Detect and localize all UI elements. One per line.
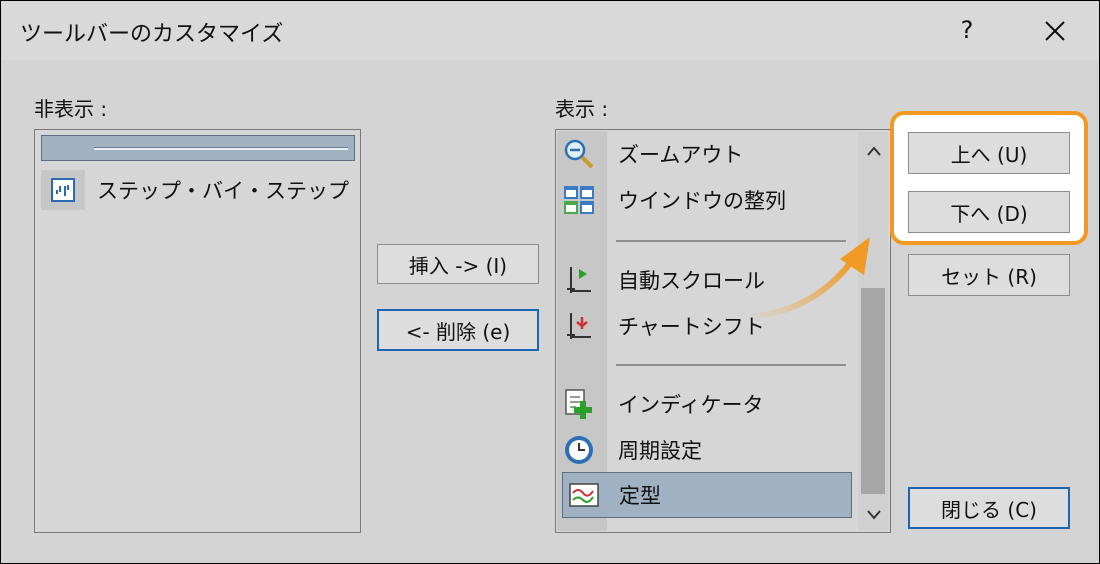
reset-button[interactable]: セット (R) (908, 254, 1070, 296)
window-tile-icon (562, 183, 596, 217)
help-button[interactable]: ? (952, 12, 982, 48)
separator-line (94, 147, 348, 150)
move-down-button[interactable]: 下へ (D) (908, 191, 1070, 233)
shown-item-label: ウインドウの整列 (618, 189, 786, 213)
shown-list-item[interactable]: チャートシフト (562, 304, 765, 348)
hidden-listbox[interactable]: ステップ・バイ・ステップ (34, 129, 361, 533)
period-clock-icon (562, 433, 596, 467)
chart-shift-icon (562, 309, 596, 343)
hidden-list-item[interactable]: ステップ・バイ・ステップ (41, 168, 349, 212)
vertical-scrollbar[interactable] (858, 132, 888, 530)
shown-item-label: ズームアウト (618, 143, 744, 167)
dialog-title: ツールバーのカスタマイズ (20, 22, 284, 47)
insert-button[interactable]: 挿入 -> (I) (377, 244, 539, 284)
dialog-body: 非表示 : ステップ・バイ・ステップ 挿入 -> (I) <- 削除 (e) 表… (2, 61, 1098, 563)
scroll-up-arrow-icon[interactable] (866, 142, 882, 161)
add-indicator-icon (562, 387, 596, 421)
shown-item-label: インディケータ (618, 393, 764, 417)
customize-toolbar-dialog: ツールバーのカスタマイズ ? 非表示 : ステップ・バイ・ステップ 挿入 -> … (0, 0, 1100, 564)
list-separator (616, 364, 846, 366)
shown-list-label: 表示 : (555, 97, 609, 121)
close-window-button[interactable] (1032, 10, 1076, 50)
remove-button[interactable]: <- 削除 (e) (377, 309, 539, 351)
shown-list-item[interactable]: 周期設定 (562, 428, 702, 472)
annotation-arrow-icon (743, 237, 870, 320)
move-up-button[interactable]: 上へ (U) (908, 132, 1070, 174)
shown-list-item[interactable]: 自動スクロール (562, 258, 765, 302)
shown-item-label: 定型 (619, 484, 661, 508)
shown-list-item[interactable]: ウインドウの整列 (562, 178, 786, 222)
title-bar: ツールバーのカスタマイズ ? (2, 2, 1098, 60)
hidden-list-label: 非表示 : (34, 97, 108, 121)
shown-listbox[interactable]: ズームアウト ウインドウの整列 自動スクロール チャートシフト インディケータ … (555, 129, 891, 533)
shown-list-item[interactable]: インディケータ (562, 382, 764, 426)
separator-item-selected[interactable] (41, 135, 355, 161)
close-button[interactable]: 閉じる (C) (908, 487, 1070, 529)
auto-scroll-icon (562, 263, 596, 297)
step-by-step-icon (41, 170, 85, 210)
shown-list-item-selected[interactable]: 定型 (562, 472, 852, 518)
selected-item-row: 定型 (563, 473, 661, 517)
close-icon (1045, 21, 1065, 41)
shown-list-item[interactable]: ズームアウト (562, 132, 743, 176)
shown-item-label: 周期設定 (618, 439, 702, 463)
hidden-item-label: ステップ・バイ・ステップ (97, 179, 349, 203)
scroll-down-arrow-icon[interactable] (866, 506, 882, 525)
template-icon (567, 478, 601, 512)
zoom-out-icon (562, 137, 596, 171)
